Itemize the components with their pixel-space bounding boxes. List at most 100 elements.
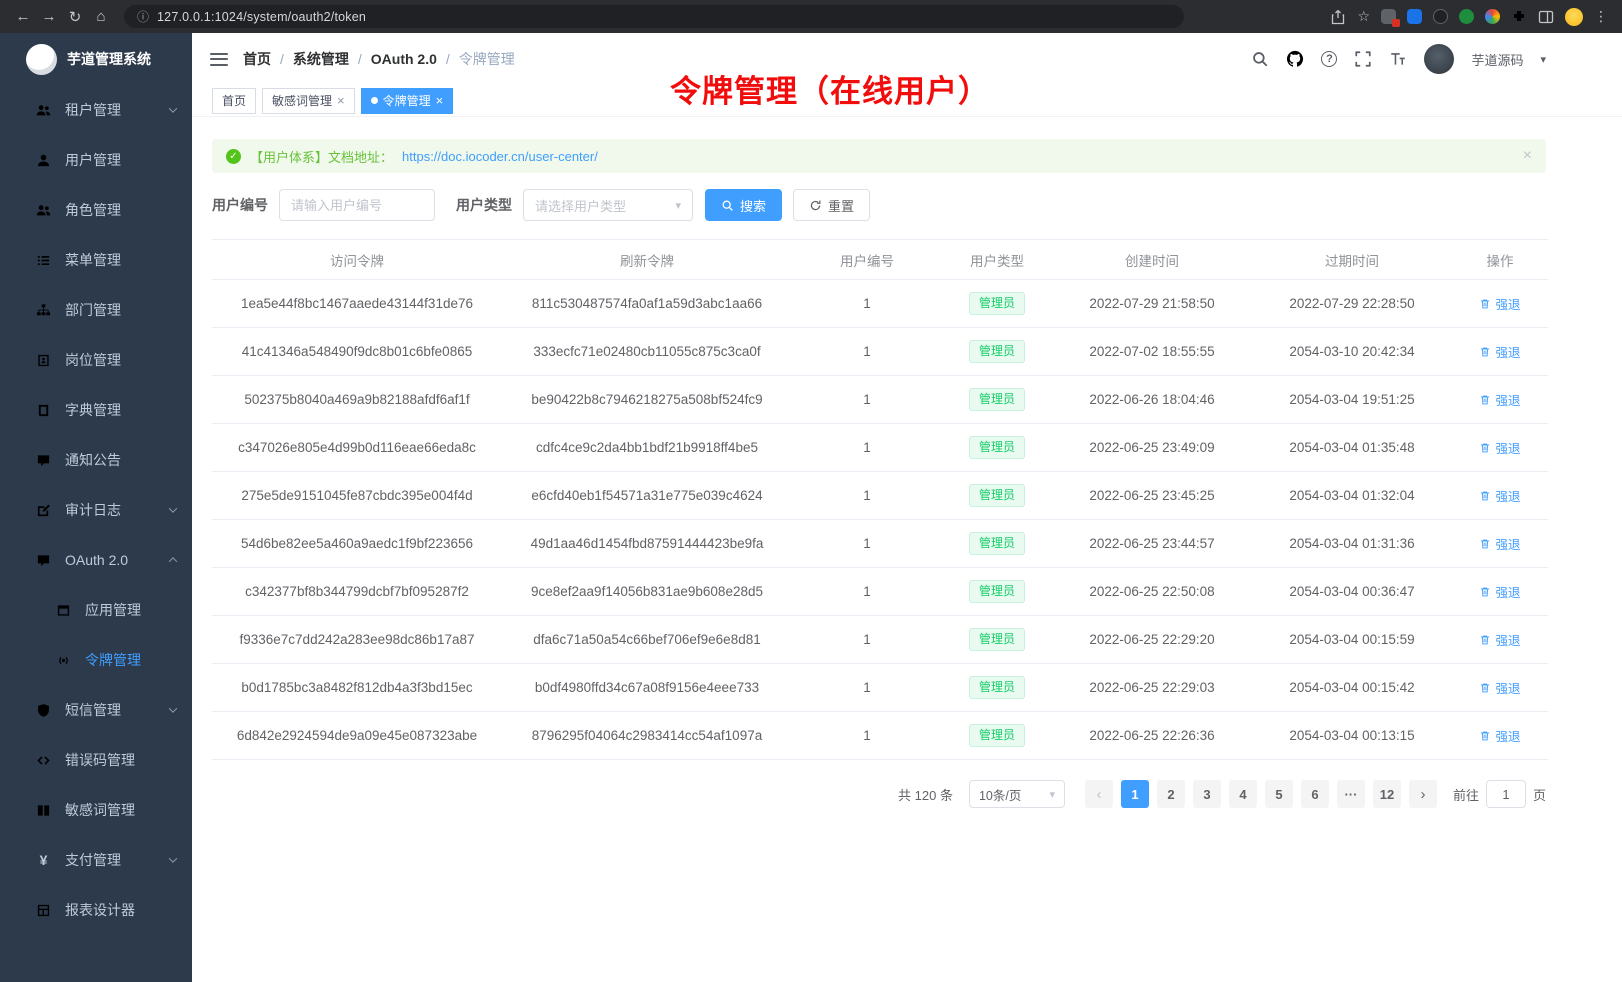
sidebar-item-report-designer[interactable]: 报表设计器 xyxy=(0,885,192,935)
extension-icon-2[interactable] xyxy=(1407,9,1422,24)
sidebar-item-sms[interactable]: 短信管理 xyxy=(0,685,192,735)
trash-icon xyxy=(1479,730,1491,742)
reload-icon[interactable]: ↻ xyxy=(62,4,88,30)
split-view-icon[interactable] xyxy=(1538,9,1554,25)
page-size-select[interactable]: 10条/页 ▾ xyxy=(969,780,1065,808)
page-button-2[interactable]: 2 xyxy=(1157,780,1185,808)
expire-time-cell: 2054-03-04 00:15:42 xyxy=(1252,664,1452,712)
extension-icon-5[interactable] xyxy=(1485,9,1500,24)
pagination: 共 120 条 10条/页 ▾ ‹ 1 2 3 4 5 6 ··· 12 › xyxy=(212,780,1546,808)
app-title: 芋道管理系统 xyxy=(67,49,151,69)
sidebar-item-notice[interactable]: 通知公告 xyxy=(0,435,192,485)
action-cell: 强退 xyxy=(1452,280,1548,328)
extension-icon-3[interactable] xyxy=(1433,9,1448,24)
fullscreen-icon[interactable] xyxy=(1354,50,1372,68)
expire-time-cell: 2054-03-04 01:35:48 xyxy=(1252,424,1452,472)
prev-page-button[interactable]: ‹ xyxy=(1085,780,1113,808)
force-logout-button[interactable]: 强退 xyxy=(1479,438,1520,457)
user-type-cell: 管理员 xyxy=(942,616,1052,664)
user-type-select[interactable]: 请选择用户类型 ▾ xyxy=(523,189,693,221)
next-page-button[interactable]: › xyxy=(1409,780,1437,808)
site-info-icon[interactable]: ⓘ xyxy=(137,8,149,25)
search-button[interactable]: 搜索 xyxy=(705,189,782,221)
sidebar-item-menu[interactable]: 菜单管理 xyxy=(0,235,192,285)
reset-button[interactable]: 重置 xyxy=(793,189,870,221)
trash-icon xyxy=(1479,634,1491,646)
table-row: 6d842e2924594de9a09e45e087323abe 8796295… xyxy=(212,712,1548,760)
chevron-down-icon[interactable]: ▾ xyxy=(1540,53,1546,66)
page-button-1[interactable]: 1 xyxy=(1121,780,1149,808)
github-icon[interactable] xyxy=(1286,50,1304,68)
action-cell: 强退 xyxy=(1452,568,1548,616)
back-icon[interactable]: ← xyxy=(10,4,36,30)
access-token-cell: 41c41346a548490f9dc8b01c6bfe0865 xyxy=(212,328,502,376)
user-avatar[interactable] xyxy=(1424,44,1454,74)
sidebar-toggle-icon[interactable] xyxy=(210,53,228,66)
sidebar-item-dict[interactable]: 字典管理 xyxy=(0,385,192,435)
force-logout-button[interactable]: 强退 xyxy=(1479,294,1520,313)
close-icon[interactable]: × xyxy=(436,94,444,107)
force-logout-button[interactable]: 强退 xyxy=(1479,582,1520,601)
badge-icon xyxy=(36,353,51,368)
sidebar-item-post[interactable]: 岗位管理 xyxy=(0,335,192,385)
user-type-label: 用户类型 xyxy=(456,195,512,215)
force-logout-button[interactable]: 强退 xyxy=(1479,390,1520,409)
browser-toolbar: ← → ↻ ⌂ ⓘ 127.0.0.1:1024/system/oauth2/t… xyxy=(0,0,1622,33)
sidebar-item-sensitive-word[interactable]: 敏感词管理 xyxy=(0,785,192,835)
forward-icon[interactable]: → xyxy=(36,4,62,30)
user-id-input[interactable] xyxy=(279,189,435,221)
page-button-12[interactable]: 12 xyxy=(1373,780,1401,808)
extensions-puzzle-icon[interactable] xyxy=(1511,9,1527,25)
force-logout-button[interactable]: 强退 xyxy=(1479,678,1520,697)
force-logout-button[interactable]: 强退 xyxy=(1479,630,1520,649)
more-pages-button[interactable]: ··· xyxy=(1337,780,1365,808)
sidebar-item-audit-log[interactable]: 审计日志 xyxy=(0,485,192,535)
tab-sensitive-word[interactable]: 敏感词管理 × xyxy=(262,88,355,114)
sidebar-item-role[interactable]: 角色管理 xyxy=(0,185,192,235)
force-logout-button[interactable]: 强退 xyxy=(1479,342,1520,361)
sidebar-item-oauth[interactable]: OAuth 2.0 xyxy=(0,535,192,585)
page-button-5[interactable]: 5 xyxy=(1265,780,1293,808)
user-type-cell: 管理员 xyxy=(942,712,1052,760)
force-logout-button[interactable]: 强退 xyxy=(1479,726,1520,745)
breadcrumb-system[interactable]: 系统管理 xyxy=(293,49,349,69)
user-id-cell: 1 xyxy=(792,424,942,472)
browser-menu-icon[interactable]: ⋮ xyxy=(1594,8,1608,25)
page-button-6[interactable]: 6 xyxy=(1301,780,1329,808)
search-icon[interactable] xyxy=(1251,50,1269,68)
extension-icon-4[interactable] xyxy=(1459,9,1474,24)
close-icon[interactable]: × xyxy=(1523,148,1532,164)
help-icon[interactable]: ? xyxy=(1321,51,1337,67)
sidebar-item-error-code[interactable]: 错误码管理 xyxy=(0,735,192,785)
sidebar-item-user[interactable]: 用户管理 xyxy=(0,135,192,185)
tab-token[interactable]: 令牌管理 × xyxy=(361,88,454,114)
tab-home[interactable]: 首页 xyxy=(212,88,256,114)
sidebar-item-oauth-token[interactable]: 令牌管理 xyxy=(0,635,192,685)
trash-icon xyxy=(1479,442,1491,454)
share-icon[interactable] xyxy=(1330,9,1346,25)
page-button-3[interactable]: 3 xyxy=(1193,780,1221,808)
breadcrumb-home[interactable]: 首页 xyxy=(243,49,271,69)
home-icon[interactable]: ⌂ xyxy=(88,4,114,30)
extension-icon-1[interactable] xyxy=(1381,9,1396,24)
sidebar-item-pay[interactable]: ¥ 支付管理 xyxy=(0,835,192,885)
close-icon[interactable]: × xyxy=(337,94,345,107)
font-size-icon[interactable] xyxy=(1389,50,1407,68)
navbar-actions: ? 芋道源码 ▾ xyxy=(1251,44,1546,74)
sidebar-item-dept[interactable]: 部门管理 xyxy=(0,285,192,335)
sidebar-item-oauth-app[interactable]: 应用管理 xyxy=(0,585,192,635)
alert-doc-link[interactable]: https://doc.iocoder.cn/user-center/ xyxy=(402,149,598,164)
breadcrumb-oauth[interactable]: OAuth 2.0 xyxy=(371,51,437,67)
page-button-4[interactable]: 4 xyxy=(1229,780,1257,808)
bookmark-star-icon[interactable]: ☆ xyxy=(1357,8,1370,25)
user-name[interactable]: 芋道源码 xyxy=(1471,50,1523,69)
browser-profile-avatar[interactable] xyxy=(1565,8,1583,26)
force-logout-button[interactable]: 强退 xyxy=(1479,534,1520,553)
url-bar[interactable]: ⓘ 127.0.0.1:1024/system/oauth2/token xyxy=(124,5,1184,28)
force-logout-button[interactable]: 强退 xyxy=(1479,486,1520,505)
user-id-cell: 1 xyxy=(792,616,942,664)
goto-page-input[interactable] xyxy=(1486,780,1526,808)
sidebar-item-tenant[interactable]: 租户管理 xyxy=(0,85,192,135)
chevron-down-icon: ▾ xyxy=(675,199,681,212)
user-id-cell: 1 xyxy=(792,472,942,520)
